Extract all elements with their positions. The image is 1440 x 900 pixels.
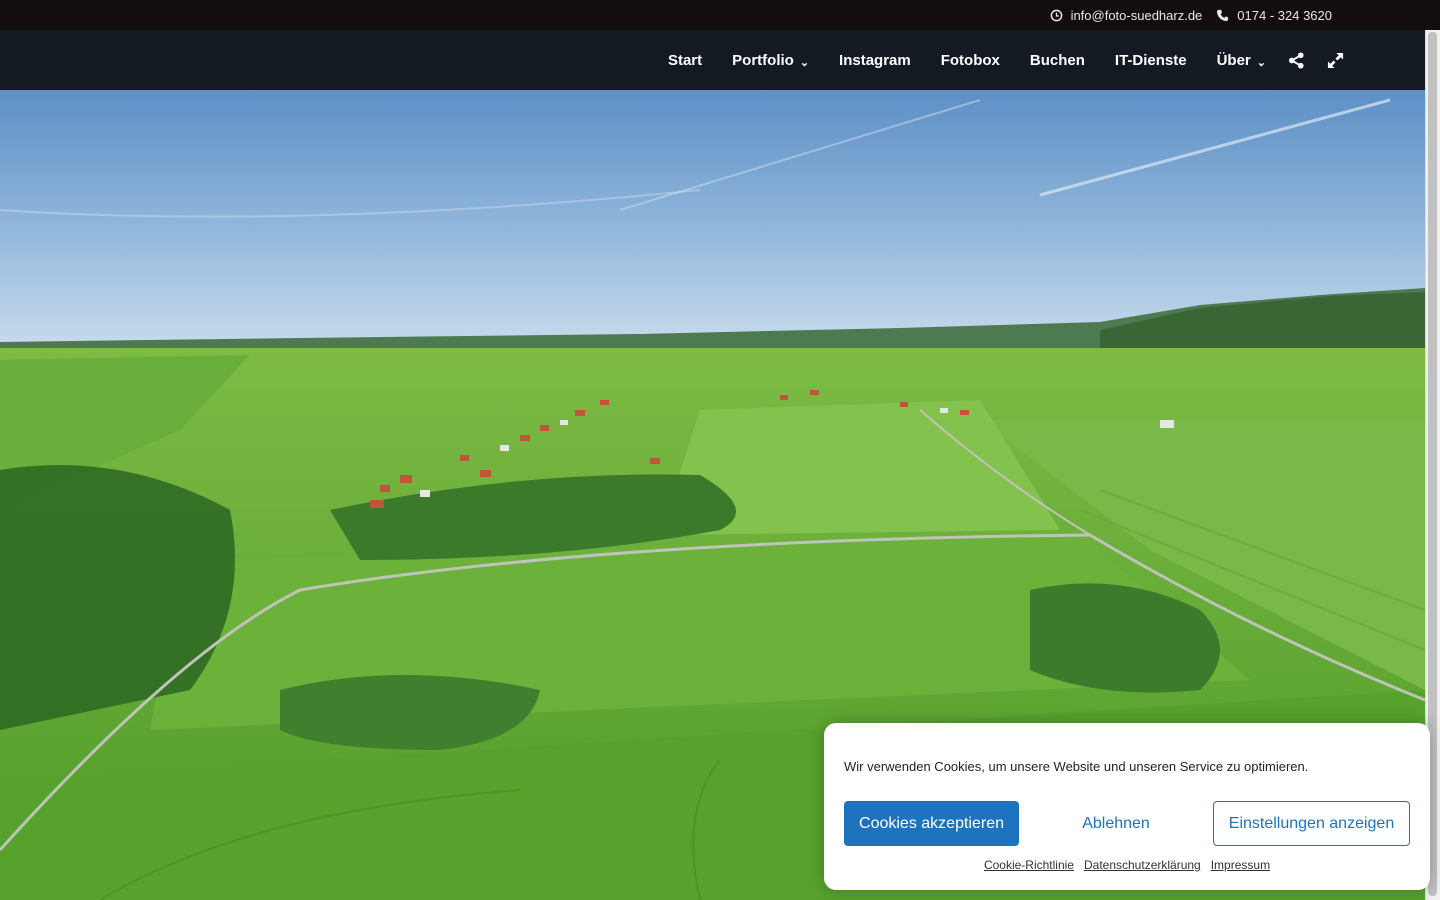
clock-icon <box>1050 9 1062 21</box>
main-navigation: Start Portfolio ⌄ Instagram Fotobox Buch… <box>0 30 1440 90</box>
phone-text[interactable]: 0174 - 324 3620 <box>1237 8 1332 23</box>
nav-item-instagram[interactable]: Instagram <box>839 52 911 69</box>
email-text[interactable]: info@foto-suedharz.de <box>1071 8 1203 23</box>
share-button[interactable] <box>1288 51 1305 69</box>
nav-item-portfolio[interactable]: Portfolio ⌄ <box>732 52 809 69</box>
chevron-down-icon: ⌄ <box>1256 56 1266 69</box>
cookie-banner: Wir verwenden Cookies, um unsere Website… <box>824 723 1430 890</box>
privacy-policy-link[interactable]: Datenschutzerklärung <box>1084 858 1201 872</box>
nav-label[interactable]: Start <box>668 52 702 69</box>
nav-label[interactable]: Instagram <box>839 52 911 69</box>
nav-label[interactable]: Buchen <box>1030 52 1085 69</box>
chevron-down-icon: ⌄ <box>799 56 810 69</box>
contact-bar: info@foto-suedharz.de 0174 - 324 3620 <box>0 0 1440 30</box>
nav-item-buchen[interactable]: Buchen <box>1030 52 1085 69</box>
nav-item-it-dienste[interactable]: IT-Dienste <box>1115 52 1187 69</box>
fullscreen-icon <box>1327 52 1344 68</box>
imprint-link[interactable]: Impressum <box>1211 858 1270 872</box>
cookie-policy-link[interactable]: Cookie-Richtlinie <box>984 858 1074 872</box>
nav-label[interactable]: Portfolio <box>732 52 794 69</box>
email-contact[interactable]: info@foto-suedharz.de <box>1050 8 1203 23</box>
nav-label[interactable]: Fotobox <box>941 52 1000 69</box>
deny-cookies-button[interactable]: Ablehnen <box>1046 801 1186 846</box>
phone-icon <box>1217 9 1229 21</box>
share-icon <box>1288 51 1304 69</box>
cookie-links: Cookie-Richtlinie Datenschutzerklärung I… <box>824 858 1430 872</box>
nav-label[interactable]: Über <box>1217 52 1251 69</box>
nav-label[interactable]: IT-Dienste <box>1115 52 1187 69</box>
nav-item-ueber[interactable]: Über ⌄ <box>1217 52 1266 69</box>
accept-cookies-button[interactable]: Cookies akzeptieren <box>844 801 1019 846</box>
cookie-message: Wir verwenden Cookies, um unsere Website… <box>844 759 1309 774</box>
show-preferences-button[interactable]: Einstellungen anzeigen <box>1213 801 1410 846</box>
nav-item-start[interactable]: Start <box>668 52 702 69</box>
phone-contact[interactable]: 0174 - 324 3620 <box>1216 8 1332 23</box>
fullscreen-button[interactable] <box>1327 52 1344 69</box>
nav-item-fotobox[interactable]: Fotobox <box>941 52 1000 69</box>
